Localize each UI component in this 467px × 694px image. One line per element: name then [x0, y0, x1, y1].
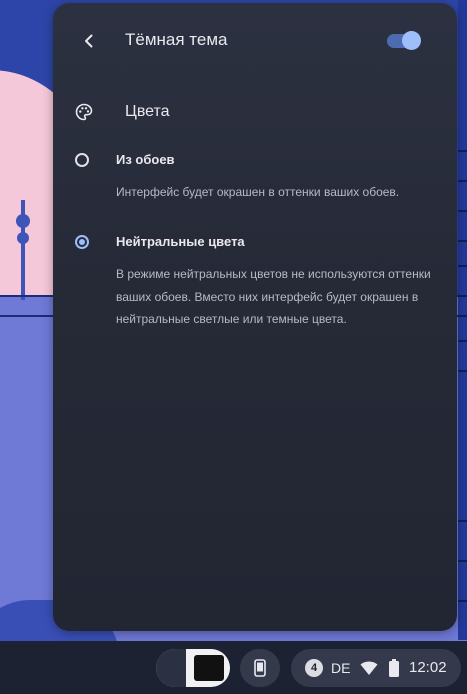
- page-title: Тёмная тема: [125, 30, 228, 49]
- thumbnail-window: [194, 655, 224, 681]
- chevron-left-icon: [85, 34, 93, 48]
- section-label: Цвета: [125, 103, 170, 120]
- option-neutral-colors[interactable]: Нейтральные цвета В режиме нейтральных ц…: [75, 234, 445, 355]
- option-label: Из обоев: [116, 152, 175, 167]
- panel-header: Тёмная тема: [53, 3, 457, 79]
- wifi-icon: [360, 661, 378, 675]
- shelf: 4 DE 12:02: [0, 641, 467, 694]
- option-description: Интерфейс будет окрашен в оттенки ваших …: [116, 185, 400, 199]
- wallpaper-tower-ball: [16, 214, 30, 228]
- keyboard-layout-indicator: DE: [331, 660, 351, 676]
- wallpaper-right-edge: [458, 0, 467, 640]
- phone-hub-button[interactable]: [240, 649, 280, 687]
- phone-icon: [254, 659, 266, 677]
- notification-count-badge: 4: [305, 659, 323, 677]
- radio-neutral-colors[interactable]: [75, 235, 89, 249]
- back-button[interactable]: [75, 27, 103, 55]
- battery-icon: [389, 659, 399, 677]
- option-label: Нейтральные цвета: [116, 234, 245, 249]
- option-description: В режиме нейтральных цветов не использую…: [116, 267, 431, 326]
- wallpaper-tower-ball-lower: [17, 232, 29, 244]
- clock: 12:02: [409, 659, 447, 676]
- colors-section-header: Цвета: [75, 99, 170, 125]
- status-area[interactable]: 4 DE 12:02: [291, 649, 461, 687]
- option-from-wallpaper[interactable]: Из обоев Интерфейс будет окрашен в оттен…: [75, 152, 445, 213]
- app-thumbnail[interactable]: [156, 649, 230, 687]
- radio-from-wallpaper[interactable]: [75, 153, 89, 167]
- toggle-knob: [402, 31, 421, 50]
- palette-icon: [75, 103, 93, 121]
- dark-theme-panel: Тёмная тема Цвета Из обоев Интерфейс буд…: [53, 3, 457, 631]
- dark-theme-toggle[interactable]: [385, 31, 421, 51]
